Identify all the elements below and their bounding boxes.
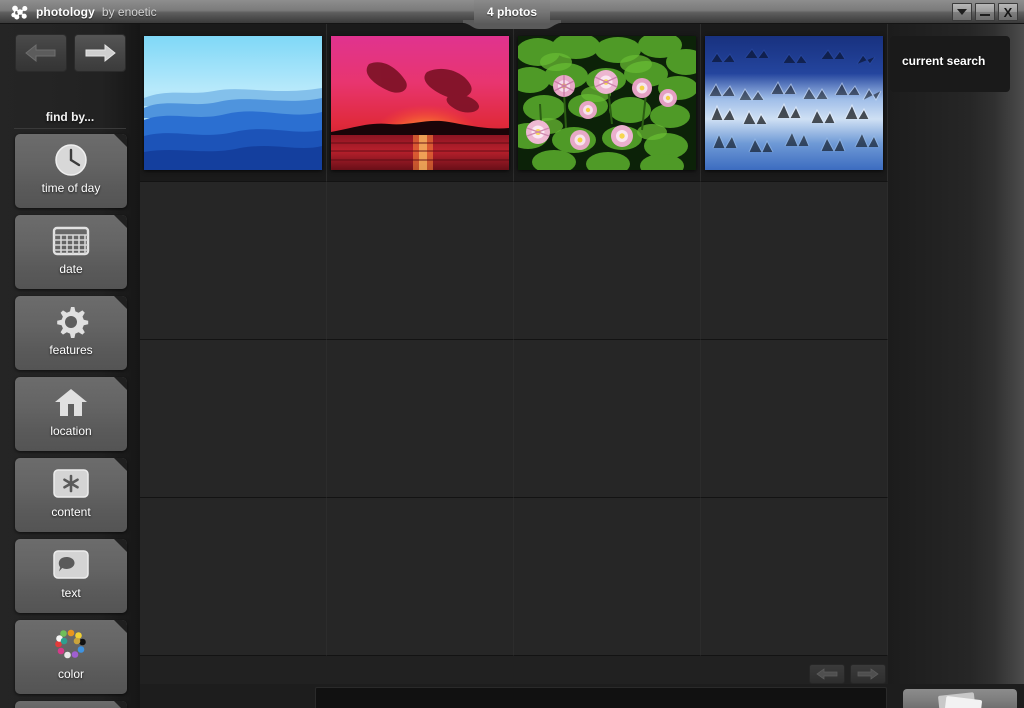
left-sidebar: find by... time of day date features loc… (0, 24, 140, 708)
back-button[interactable] (15, 34, 67, 72)
bottom-photo-stack-button[interactable] (903, 689, 1017, 708)
sidebar-item-label: color (57, 667, 84, 681)
photo-thumbnail-crimson-sunset-lake[interactable] (331, 35, 509, 170)
photo-stack-icon (938, 691, 982, 708)
grid-pagination (809, 664, 886, 684)
minimize-icon (980, 13, 990, 16)
close-icon: X (1003, 4, 1013, 20)
sidebar-item-label: text (61, 586, 81, 600)
grid-cell[interactable] (701, 24, 888, 182)
sidebar-item-label: time of day (41, 181, 101, 195)
grid-cell-empty[interactable] (140, 182, 327, 340)
sidebar-item-content[interactable]: content (15, 458, 127, 532)
corner-fold-icon (114, 296, 127, 309)
grid-cell-empty[interactable] (701, 182, 888, 340)
find-by-category-list: time of day date features location conte… (15, 134, 127, 708)
sidebar-item-features[interactable]: features (15, 296, 127, 370)
photo-thumbnail-blue-frost-texture[interactable] (705, 35, 883, 170)
window-controls: X (952, 3, 1018, 21)
color-wheel-icon (48, 628, 94, 664)
house-icon (48, 385, 94, 421)
grid-next-page-button[interactable] (850, 664, 886, 684)
photo-thumbnail-pink-water-lilies[interactable] (518, 35, 696, 170)
bottom-detail-panel (315, 687, 887, 708)
sidebar-item-time-of-day[interactable]: time of day (15, 134, 127, 208)
bottom-bar (140, 684, 1024, 708)
sidebar-item-photo-stack[interactable] (15, 701, 127, 708)
speech-bubble-icon (48, 547, 94, 583)
arrow-right-icon (857, 668, 879, 680)
corner-fold-icon (114, 539, 127, 552)
forward-button[interactable] (74, 34, 126, 72)
sidebar-item-label: content (51, 505, 91, 519)
grid-cell-empty[interactable] (140, 498, 327, 656)
corner-fold-icon (114, 458, 127, 471)
app-subtitle: by enoetic (101, 5, 157, 19)
photos-count-tab[interactable]: 4 photos (474, 0, 550, 24)
arrow-left-icon (816, 668, 838, 680)
photos-count-label: 4 photos (487, 5, 537, 19)
sidebar-item-date[interactable]: date (15, 215, 127, 289)
history-nav (15, 34, 126, 72)
find-by-heading: find by... (45, 110, 95, 124)
molecule-nodes-icon (11, 4, 29, 20)
sidebar-item-color[interactable]: color (15, 620, 127, 694)
chevron-down-icon (957, 9, 967, 15)
grid-cell[interactable] (140, 24, 327, 182)
grid-cell-empty[interactable] (327, 182, 514, 340)
photo-thumbnail-blue-mountain-ridges[interactable] (144, 35, 322, 170)
sidebar-item-location[interactable]: location (15, 377, 127, 451)
grid-cell-empty[interactable] (514, 498, 701, 656)
asterisk-icon (48, 466, 94, 502)
grid-cell-empty[interactable] (514, 340, 701, 498)
current-search-title: current search (902, 54, 986, 68)
sidebar-item-label: features (49, 343, 93, 357)
grid-cell-empty[interactable] (140, 340, 327, 498)
grid-cell-empty[interactable] (327, 498, 514, 656)
grid-cell-empty[interactable] (701, 340, 888, 498)
photo-grid-area (140, 24, 888, 684)
grid-cell[interactable] (327, 24, 514, 182)
sidebar-item-text[interactable]: text (15, 539, 127, 613)
sidebar-item-label: location (50, 424, 92, 438)
grid-prev-page-button[interactable] (809, 664, 845, 684)
arrow-left-icon (25, 43, 56, 63)
close-button[interactable]: X (998, 3, 1018, 21)
grid-cell[interactable] (514, 24, 701, 182)
menu-dropdown-button[interactable] (952, 3, 972, 21)
grid-cell-empty[interactable] (701, 498, 888, 656)
corner-fold-icon (114, 620, 127, 633)
calendar-icon (48, 223, 94, 259)
clock-icon (48, 142, 94, 178)
corner-fold-icon (114, 377, 127, 390)
gear-icon (48, 304, 94, 340)
grid-cell-empty[interactable] (514, 182, 701, 340)
app-title: photology (36, 5, 95, 19)
arrow-right-icon (85, 43, 116, 63)
grid-cell-empty[interactable] (327, 340, 514, 498)
title-bar-brand: photology by enoetic (11, 0, 157, 24)
photo-grid (140, 24, 888, 664)
sidebar-divider (14, 128, 126, 129)
photology-window: photology by enoetic X 4 photos find by.… (0, 0, 1024, 708)
sidebar-item-label: date (59, 262, 83, 276)
minimize-button[interactable] (975, 3, 995, 21)
current-search-panel: current search (888, 24, 1024, 708)
corner-fold-icon (114, 701, 127, 708)
corner-fold-icon (114, 134, 127, 147)
corner-fold-icon (114, 215, 127, 228)
